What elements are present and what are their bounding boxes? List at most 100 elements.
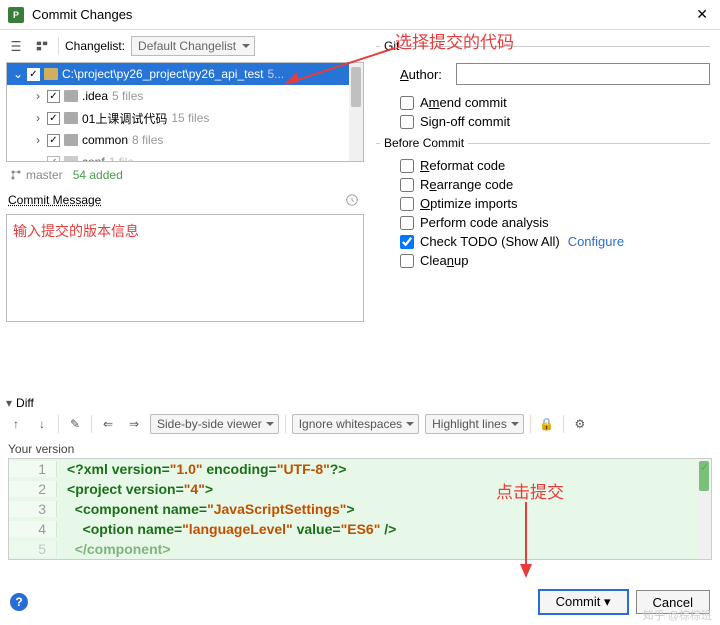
gutter: 4 <box>9 521 57 537</box>
vcs-status: master 54 added <box>6 162 364 188</box>
tree-item-meta: 5 files <box>112 89 143 103</box>
folder-icon <box>64 134 78 146</box>
code-line-1: <?xml version="1.0" encoding="UTF-8"?> <box>57 461 346 477</box>
edit-icon[interactable]: ✎ <box>65 414 85 434</box>
optimize-row[interactable]: Optimize imports <box>400 196 710 211</box>
git-legend: Git <box>380 39 403 53</box>
checkbox[interactable]: ✓ <box>47 90 60 103</box>
before-commit-legend: Before Commit <box>380 136 468 150</box>
arrow-up-icon[interactable]: ↑ <box>6 414 26 434</box>
checkbox[interactable]: ✓ <box>27 68 40 81</box>
todo-checkbox[interactable] <box>400 235 414 249</box>
app-icon: P <box>8 7 24 23</box>
cleanup-checkbox[interactable] <box>400 254 414 268</box>
cleanup-row[interactable]: Cleanup <box>400 253 710 268</box>
folder-icon <box>64 112 78 124</box>
checkbox[interactable]: ✓ <box>47 112 60 125</box>
separator <box>91 415 92 433</box>
rearrange-row[interactable]: Rearrange code <box>400 177 710 192</box>
signoff-checkbox-row[interactable]: Sign-off commit <box>400 114 710 129</box>
todo-row[interactable]: Check TODO (Show All) Configure <box>400 234 710 249</box>
tree-item-meta: 15 files <box>171 111 209 125</box>
code-line-4: <option name="languageLevel" value="ES6"… <box>57 521 396 537</box>
arrow-down-icon[interactable]: ↓ <box>32 414 52 434</box>
tree-item[interactable]: › ✓ common 8 files <box>7 129 363 151</box>
history-icon[interactable] <box>342 190 362 210</box>
diff-label: Diff <box>16 396 34 410</box>
analysis-checkbox[interactable] <box>400 216 414 230</box>
prev-file-icon[interactable]: ⇐ <box>98 414 118 434</box>
signoff-checkbox[interactable] <box>400 115 414 129</box>
optimize-checkbox[interactable] <box>400 197 414 211</box>
amend-checkbox[interactable] <box>400 96 414 110</box>
code-line-5: </component> <box>57 541 171 557</box>
tree-item-meta: 1 file <box>109 155 134 162</box>
scrollbar[interactable] <box>349 63 363 161</box>
chevron-right-icon[interactable]: › <box>33 133 43 147</box>
separator <box>58 415 59 433</box>
chevron-down-icon[interactable]: ⌄ <box>33 155 43 162</box>
group-icon[interactable] <box>32 36 52 56</box>
added-count: 54 added <box>73 168 123 182</box>
reformat-checkbox[interactable] <box>400 159 414 173</box>
chevron-right-icon[interactable]: › <box>33 111 43 125</box>
separator <box>563 415 564 433</box>
help-icon[interactable]: ? <box>10 593 28 611</box>
next-file-icon[interactable]: ⇒ <box>124 414 144 434</box>
tree-item-meta: 8 files <box>132 133 163 147</box>
highlight-select[interactable]: Highlight lines <box>425 414 524 434</box>
diff-header: ▾ Diff <box>0 390 720 412</box>
scrollbar[interactable] <box>697 459 711 559</box>
tree-item[interactable]: › ✓ .idea 5 files <box>7 85 363 107</box>
analysis-row[interactable]: Perform code analysis <box>400 215 710 230</box>
tree-item-name: common <box>82 133 128 147</box>
separator <box>58 37 59 55</box>
chevron-right-icon[interactable]: › <box>33 89 43 103</box>
tree-item-name: .idea <box>82 89 108 103</box>
branch-indicator: master <box>10 168 63 182</box>
gear-icon[interactable]: ⚙ <box>570 414 590 434</box>
amend-label: Amend commit <box>420 95 507 110</box>
file-tree[interactable]: ⌄ ✓ C:\project\py26_project\py26_api_tes… <box>6 62 364 162</box>
whitespace-select[interactable]: Ignore whitespaces <box>292 414 419 434</box>
commit-message-label: Commit Message <box>8 193 101 207</box>
changelist-select[interactable]: Default Changelist <box>131 36 255 56</box>
amend-checkbox-row[interactable]: Amend commit <box>400 95 710 110</box>
your-version-label: Your version <box>0 440 720 458</box>
rearrange-checkbox[interactable] <box>400 178 414 192</box>
signoff-label: Sign-off commit <box>420 114 510 129</box>
code-editor[interactable]: 1<?xml version="1.0" encoding="UTF-8"?> … <box>8 458 712 560</box>
separator <box>530 415 531 433</box>
tree-item-name: conf <box>82 155 105 162</box>
separator <box>285 415 286 433</box>
changelist-label: Changelist: <box>65 39 125 53</box>
reformat-row[interactable]: Reformat code <box>400 158 710 173</box>
branch-name: master <box>26 168 63 182</box>
gutter: 3 <box>9 501 57 517</box>
collapse-all-icon[interactable] <box>6 36 26 56</box>
chevron-down-icon[interactable]: ⌄ <box>13 67 23 81</box>
chevron-down-icon[interactable]: ▾ <box>6 396 12 410</box>
commit-button[interactable]: Commit ▾ <box>539 590 628 614</box>
author-input[interactable] <box>456 63 710 85</box>
gutter: 2 <box>9 481 57 497</box>
viewer-select[interactable]: Side-by-side viewer <box>150 414 279 434</box>
commit-message-input[interactable]: 输入提交的版本信息 <box>6 214 364 322</box>
tree-root-path: C:\project\py26_project\py26_api_test <box>62 67 263 81</box>
checkbox[interactable]: ✓ <box>47 134 60 147</box>
gutter: 1 <box>9 461 57 477</box>
tree-item[interactable]: › ✓ 01上课调试代码 15 files <box>7 107 363 129</box>
tree-root[interactable]: ⌄ ✓ C:\project\py26_project\py26_api_tes… <box>7 63 363 85</box>
close-icon[interactable]: ✕ <box>692 6 712 23</box>
tree-item[interactable]: ⌄ ✓ conf 1 file <box>7 151 363 162</box>
check-icon: ✓ <box>700 461 709 474</box>
configure-link[interactable]: Configure <box>568 234 624 249</box>
branch-icon <box>10 169 22 181</box>
folder-icon <box>64 90 78 102</box>
checkbox[interactable]: ✓ <box>47 156 60 163</box>
commit-message-note: 输入提交的版本信息 <box>13 223 139 239</box>
tree-item-name: 01上课调试代码 <box>82 110 167 127</box>
title-bar: P Commit Changes ✕ <box>0 0 720 30</box>
window-title: Commit Changes <box>32 7 692 22</box>
lock-icon[interactable]: 🔒 <box>537 414 557 434</box>
